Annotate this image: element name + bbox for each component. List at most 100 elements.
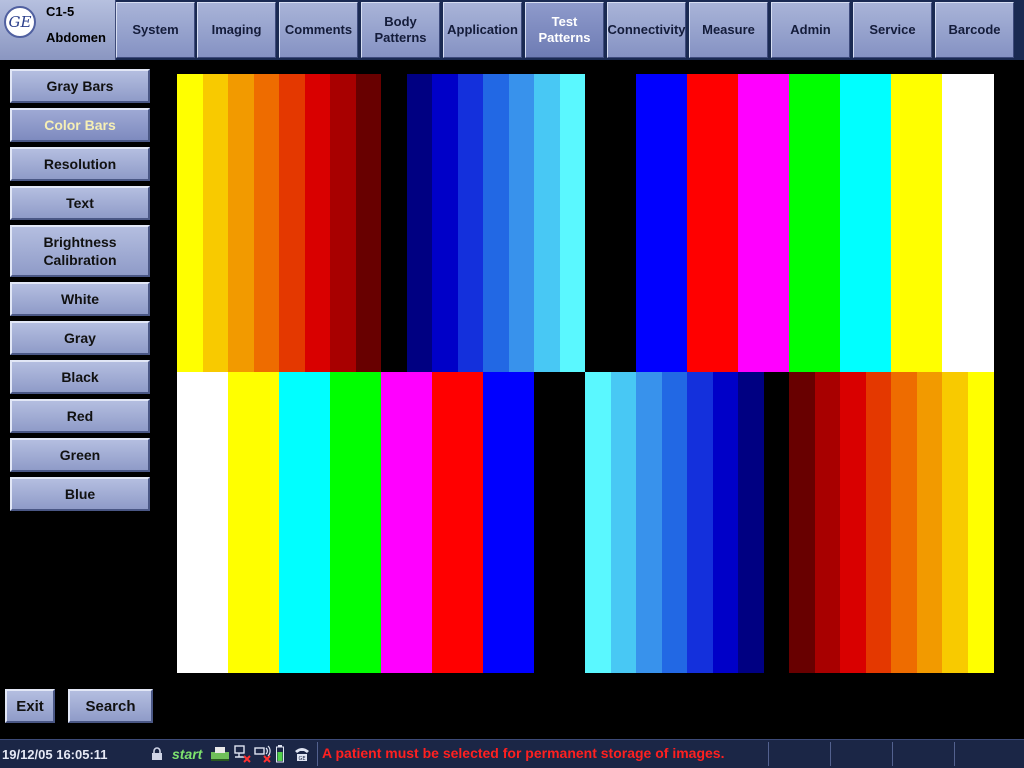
tab-test-patterns[interactable]: Test Patterns [525,2,604,58]
color-bar [228,372,254,673]
color-bar [304,372,331,673]
color-bar [610,372,637,673]
color-bar [330,372,356,673]
color-bar [789,372,815,673]
color-bar [457,372,484,673]
tab-barcode[interactable]: Barcode [935,2,1014,58]
color-bar [279,74,305,372]
color-bar [177,74,203,372]
color-bar [355,74,382,372]
color-bar [483,372,509,673]
color-bar [865,372,892,673]
gray-button[interactable]: Gray [10,321,150,355]
color-bar [585,74,611,372]
status-bar: 19/12/05 16:05:11 start GE A patient mus… [0,739,1024,768]
red-button[interactable]: Red [10,399,150,433]
color-bar [279,372,305,673]
color-bar [304,74,331,372]
color-bar [202,74,229,372]
tab-system[interactable]: System [116,2,195,58]
status-message: A patient must be selected for permanent… [322,745,725,761]
date-time: 19/12/05 16:05:11 [2,747,108,762]
color-bar [381,372,407,673]
color-bar [432,372,458,673]
pattern-bottom-right [585,372,994,673]
color-bar [177,372,203,673]
color-bar [559,74,586,372]
color-bar [661,372,688,673]
start-label[interactable]: start [172,746,202,762]
color-bar [661,74,688,372]
color-bar [406,372,433,673]
phone-icon[interactable]: GE [292,745,312,763]
color-bar [534,372,560,673]
color-bar [840,74,866,372]
color-bar [202,372,229,673]
svg-text:GE: GE [298,756,305,762]
color-bar [891,74,917,372]
printer-icon[interactable] [208,745,232,763]
tab-measure[interactable]: Measure [689,2,768,58]
tab-connectivity[interactable]: Connectivity [607,2,686,58]
color-bar [406,74,433,372]
color-bar [636,74,662,372]
white-button[interactable]: White [10,282,150,316]
color-bar [253,372,280,673]
tab-service[interactable]: Service [853,2,932,58]
exam-preset: Abdomen [46,30,106,45]
tab-admin[interactable]: Admin [771,2,850,58]
tab-comments[interactable]: Comments [279,2,358,58]
search-button[interactable]: Search [68,689,153,723]
color-bar [916,74,943,372]
header-bar: GE C1-5 Abdomen System Imaging Comments … [0,0,1024,60]
wireless-error-icon[interactable] [253,745,273,763]
logo-text: GE [8,13,32,31]
pattern-bottom-left [177,372,586,673]
color-bar [814,372,841,673]
tab-body-patterns[interactable]: Body Patterns [361,2,440,58]
color-bars-pattern [177,74,994,673]
color-bar [330,74,356,372]
color-bar [789,74,815,372]
color-bar [508,74,535,372]
battery-icon [274,745,286,763]
color-bar [636,372,662,673]
probe-name: C1-5 [46,4,75,19]
green-button[interactable]: Green [10,438,150,472]
color-bar [712,74,739,372]
color-bar [228,74,254,372]
color-bar [432,74,458,372]
resolution-button[interactable]: Resolution [10,147,150,181]
color-bar [763,372,790,673]
color-bar [916,372,943,673]
color-bar [840,372,866,673]
network-error-icon[interactable] [232,745,252,763]
color-bar [738,74,764,372]
brightness-calibration-button[interactable]: Brightness Calibration [10,225,150,277]
color-bar [967,372,994,673]
color-bar [508,372,535,673]
tab-application[interactable]: Application [443,2,522,58]
exit-button[interactable]: Exit [5,689,55,723]
color-bar [942,372,968,673]
color-bar [687,372,713,673]
color-bar [355,372,382,673]
black-button[interactable]: Black [10,360,150,394]
pattern-top-left [177,74,586,372]
color-bar [763,74,790,372]
color-bar [865,74,892,372]
color-bar [457,74,484,372]
color-bars-button[interactable]: Color Bars [10,108,150,142]
tab-imaging[interactable]: Imaging [197,2,276,58]
color-bar [253,74,280,372]
color-bar [814,74,841,372]
blue-button[interactable]: Blue [10,477,150,511]
color-bar [559,372,586,673]
pattern-top-right [585,74,994,372]
gray-bars-button[interactable]: Gray Bars [10,69,150,103]
probe-info-area: GE C1-5 Abdomen [0,0,116,60]
color-bar [381,74,407,372]
color-bar [585,372,611,673]
text-button[interactable]: Text [10,186,150,220]
color-bar [534,74,560,372]
